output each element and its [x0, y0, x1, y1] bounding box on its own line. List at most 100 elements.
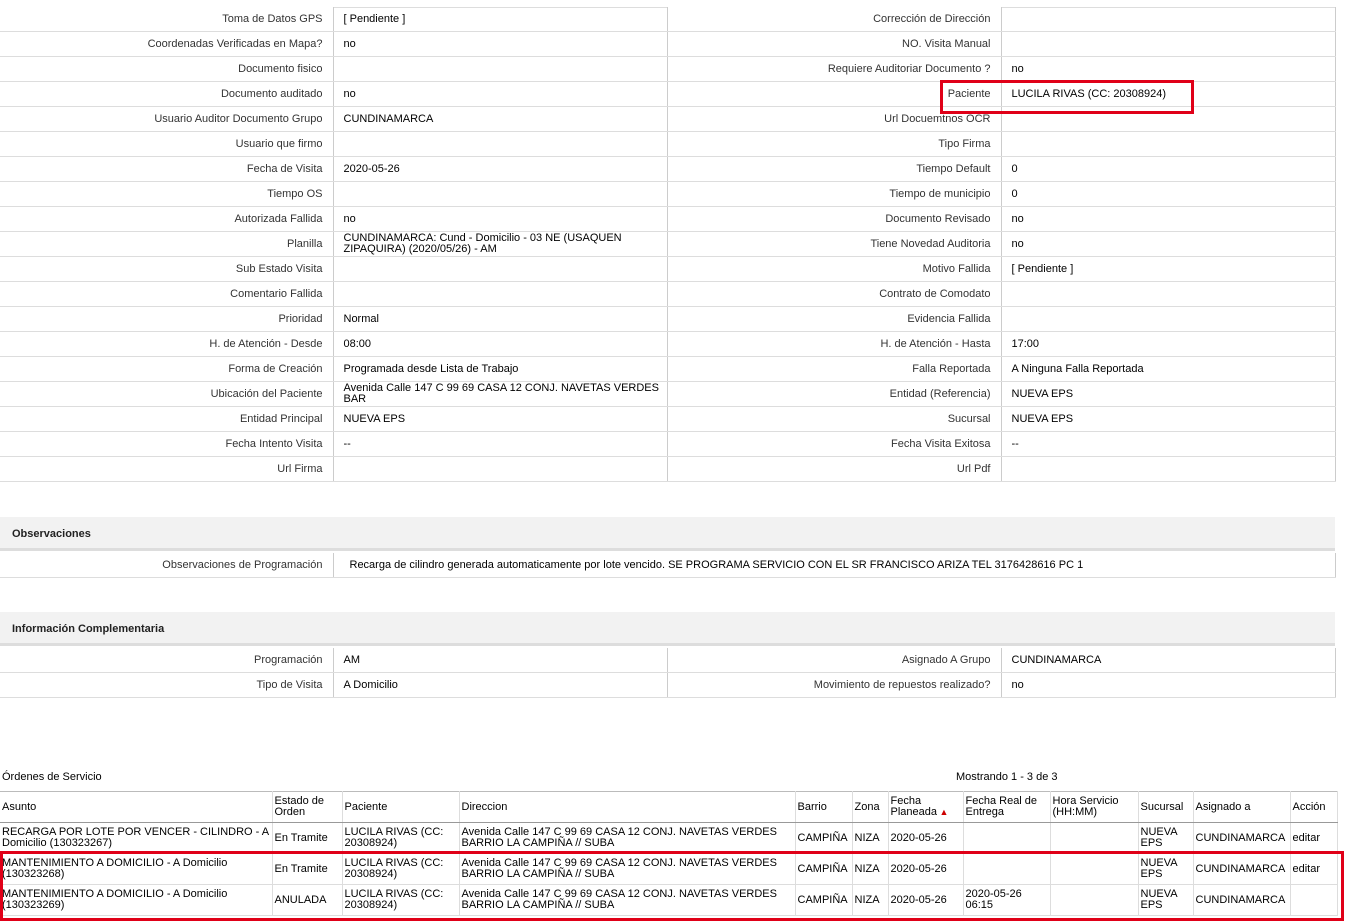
detail-label: Contrato de Comodato: [667, 281, 1001, 307]
detail-value: Normal: [332, 306, 668, 332]
detail-label: H. de Atención - Hasta: [667, 331, 1001, 357]
detail-row: Entidad Principal NUEVA EPS Sucursal NUEVA …: [0, 406, 1336, 432]
orders-cell-accion: editar: [1290, 822, 1338, 854]
orders-column-header-label: Sucursal: [1140, 800, 1184, 813]
detail-label: Tiempo OS: [0, 181, 333, 207]
detail-value: no: [332, 81, 668, 107]
orders-column-header-label: Asunto: [2, 800, 37, 813]
orders-cell-hora: [1050, 884, 1139, 916]
complementaria-value: AM: [332, 648, 668, 673]
orders-cell-sucursal: NUEVA EPS: [1138, 853, 1194, 885]
orders-cell-fecha: 2020-05-26: [888, 822, 964, 854]
orders-cell-real: [963, 853, 1051, 885]
detail-label: Tipo Firma: [667, 131, 1001, 157]
orders-column-header[interactable]: Hora Servicio (HH:MM): [1050, 791, 1139, 823]
detail-label: Entidad (Referencia): [667, 381, 1001, 407]
orders-cell-paciente: LUCILA RIVAS (CC: 20308924): [342, 884, 460, 916]
detail-value: [332, 131, 668, 157]
orders-column-header-label: Estado de Orden: [274, 795, 325, 818]
detail-label: Url Docuemtnos OCR: [667, 106, 1001, 132]
detail-row: Prioridad Normal Evidencia Fallida: [0, 306, 1336, 332]
detail-label: Evidencia Fallida: [667, 306, 1001, 332]
orders-cell-asunto: RECARGA POR LOTE POR VENCER - CILINDRO -…: [0, 822, 273, 854]
orders-column-header[interactable]: Fecha Real de Entrega: [963, 791, 1051, 823]
detail-row: Usuario que firmo Tipo Firma: [0, 131, 1336, 157]
detail-label: NO. Visita Manual: [667, 31, 1001, 57]
detail-value: no: [1000, 231, 1336, 257]
detail-label: Toma de Datos GPS: [0, 7, 333, 32]
observaciones-row: Observaciones de Programación Recarga de…: [0, 553, 1336, 578]
detail-label: Url Firma: [0, 456, 333, 482]
detail-label: Requiere Auditoriar Documento ?: [667, 56, 1001, 82]
orders-cell-zona: NIZA: [852, 853, 889, 885]
detail-label: Autorizada Fallida: [0, 206, 333, 232]
orders-cell-hora: [1050, 822, 1139, 854]
detail-row: Planilla CUNDINAMARCA: Cund - Domicilio -…: [0, 231, 1336, 257]
orders-cell-zona: NIZA: [852, 822, 889, 854]
edit-link[interactable]: editar: [1293, 863, 1321, 875]
orders-column-header[interactable]: Fecha Planeada ▲: [888, 791, 964, 823]
orders-column-header-label: Asignado a: [1195, 800, 1251, 813]
detail-value: no: [1000, 206, 1336, 232]
orders-column-header-label: Zona: [854, 800, 880, 813]
orders-cell-barrio: CAMPIÑA: [795, 822, 853, 854]
detail-value: --: [1000, 431, 1336, 457]
orders-cell-estado: En Tramite: [272, 853, 343, 885]
detail-value: 0: [1000, 181, 1336, 207]
orders-column-header-label: Fecha Planeada: [890, 795, 938, 818]
orders-column-header[interactable]: Estado de Orden: [272, 791, 343, 823]
orders-column-header[interactable]: Direccion: [459, 791, 796, 823]
orders-cell-asunto: MANTENIMIENTO A DOMICILIO - A Domicilio …: [0, 853, 273, 885]
detail-value: [1000, 106, 1336, 132]
detail-row: Fecha de Visita 2020-05-26 Tiempo Default 0: [0, 156, 1336, 182]
complementaria-label: Asignado A Grupo: [667, 648, 1001, 673]
detail-label: Tiempo Default: [667, 156, 1001, 182]
detail-value: 0: [1000, 156, 1336, 182]
detail-label: Documento auditado: [0, 81, 333, 107]
detail-label: Fecha Visita Exitosa: [667, 431, 1001, 457]
orders-cell-estado: ANULADA: [272, 884, 343, 916]
orders-column-header[interactable]: Asignado a: [1193, 791, 1291, 823]
detail-value: [332, 456, 668, 482]
detail-row: H. de Atención - Desde 08:00 H. de Atenció…: [0, 331, 1336, 357]
orders-column-header[interactable]: Zona: [852, 791, 889, 823]
detail-value: [332, 56, 668, 82]
detail-label: Usuario Auditor Documento Grupo: [0, 106, 333, 132]
orders-cell-barrio: CAMPIÑA: [795, 884, 853, 916]
detail-label: Tiempo de municipio: [667, 181, 1001, 207]
sort-ascending-icon: ▲: [937, 807, 949, 817]
detail-value: Programada desde Lista de Trabajo: [332, 356, 668, 382]
detail-label: Sucursal: [667, 406, 1001, 432]
detail-value: [ Pendiente ]: [1000, 256, 1336, 282]
orders-column-header[interactable]: Asunto: [0, 791, 273, 823]
detail-row: Toma de Datos GPS[ Pendiente ] Corrección…: [0, 7, 1336, 32]
detail-label: Fecha Intento Visita: [0, 431, 333, 457]
orders-cell-direccion: Avenida Calle 147 C 99 69 CASA 12 CONJ. …: [459, 884, 796, 916]
orders-cell-sucursal: NUEVA EPS: [1138, 884, 1194, 916]
orders-column-header-label: Acción: [1292, 800, 1326, 813]
orders-cell-direccion: Avenida Calle 147 C 99 69 CASA 12 CONJ. …: [459, 822, 796, 854]
orders-cell-paciente: LUCILA RIVAS (CC: 20308924): [342, 822, 460, 854]
detail-value: no: [332, 206, 668, 232]
detail-row: Fecha Intento Visita -- Fecha Visita Exito…: [0, 431, 1336, 457]
orders-column-header[interactable]: Acción: [1290, 791, 1338, 823]
detail-label: Corrección de Dirección: [667, 7, 1001, 32]
orders-column-header[interactable]: Barrio: [795, 791, 853, 823]
orders-table: Asunto Estado de Orden Paciente Direccion Ba…: [0, 791, 1338, 916]
orders-cell-asignado: CUNDINAMARCA: [1193, 822, 1291, 854]
detail-value: [332, 256, 668, 282]
orders-column-header[interactable]: Sucursal: [1138, 791, 1194, 823]
detail-value: [1000, 131, 1336, 157]
edit-link[interactable]: editar: [1293, 832, 1321, 844]
orders-column-header[interactable]: Paciente: [342, 791, 460, 823]
detail-value: no: [1000, 56, 1336, 82]
complementaria-value: A Domicilio: [332, 672, 668, 698]
orders-cell-asignado: CUNDINAMARCA: [1193, 884, 1291, 916]
orders-cell-asignado: CUNDINAMARCA: [1193, 853, 1291, 885]
orders-column-header-label: Barrio: [797, 800, 827, 813]
detail-label: Comentario Fallida: [0, 281, 333, 307]
detail-label: Ubicación del Paciente: [0, 381, 333, 407]
detail-label: Entidad Principal: [0, 406, 333, 432]
orders-cell-estado: En Tramite: [272, 822, 343, 854]
detail-value: NUEVA EPS: [1000, 381, 1336, 407]
